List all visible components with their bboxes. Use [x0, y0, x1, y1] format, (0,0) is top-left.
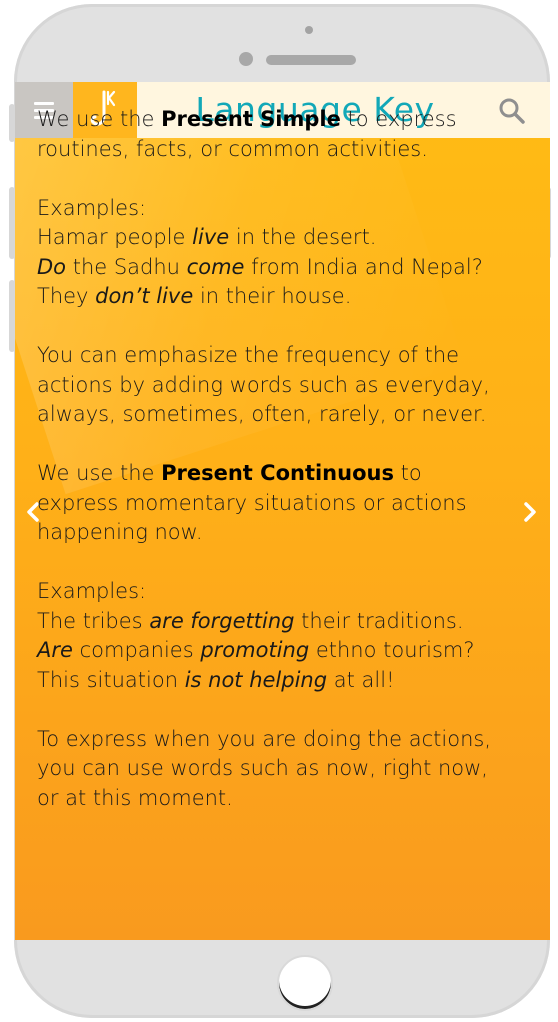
verb: don’t live: [95, 284, 194, 308]
text: ethno tourism?: [309, 638, 475, 662]
text: the Sadhu: [66, 254, 187, 279]
text: This situation: [37, 667, 185, 692]
present-simple-term: Present Simple: [161, 107, 341, 131]
verb: is not helping: [184, 667, 328, 692]
chevron-right-icon: [524, 502, 536, 522]
time-expressions-paragraph: To express when you are doing the action…: [37, 726, 492, 810]
text: We use the: [37, 107, 162, 131]
lesson-content: We use the Present Simple to express rou…: [37, 105, 507, 843]
verb: are forgetting: [149, 608, 295, 633]
verb: promoting: [200, 638, 310, 662]
present-continuous-paragraph: We use the Present Continuous to express…: [37, 459, 507, 548]
front-camera: [239, 52, 253, 66]
verb: Are: [37, 638, 73, 662]
examples-label: Examples:: [37, 579, 147, 603]
text: at all!: [327, 667, 395, 692]
text: in the desert.: [229, 225, 377, 249]
frequency-paragraph: You can emphasize the frequency of the a…: [37, 343, 490, 426]
earpiece-speaker: [266, 55, 356, 65]
text: We use the: [37, 461, 162, 485]
present-simple-paragraph: We use the Present Simple to express rou…: [37, 105, 507, 164]
text: The tribes: [37, 608, 150, 633]
text: They: [37, 284, 96, 308]
examples-label: Examples:: [37, 195, 147, 220]
text: in their house.: [193, 284, 352, 308]
present-continuous-examples: Examples: The tribes are forgetting thei…: [37, 577, 507, 695]
next-page-button[interactable]: [518, 500, 542, 524]
verb: live: [192, 225, 230, 249]
present-simple-examples: Examples: Hamar people live in the deser…: [37, 194, 507, 312]
text: Hamar people: [37, 225, 193, 249]
text: from India and Nepal?: [244, 254, 483, 279]
present-continuous-term: Present Continuous: [161, 461, 394, 485]
verb: come: [186, 254, 245, 279]
text: their traditions.: [294, 608, 464, 633]
sensor-dot: [305, 26, 313, 34]
text: companies: [72, 638, 201, 662]
home-button[interactable]: [277, 955, 333, 1011]
verb: Do: [37, 254, 67, 279]
